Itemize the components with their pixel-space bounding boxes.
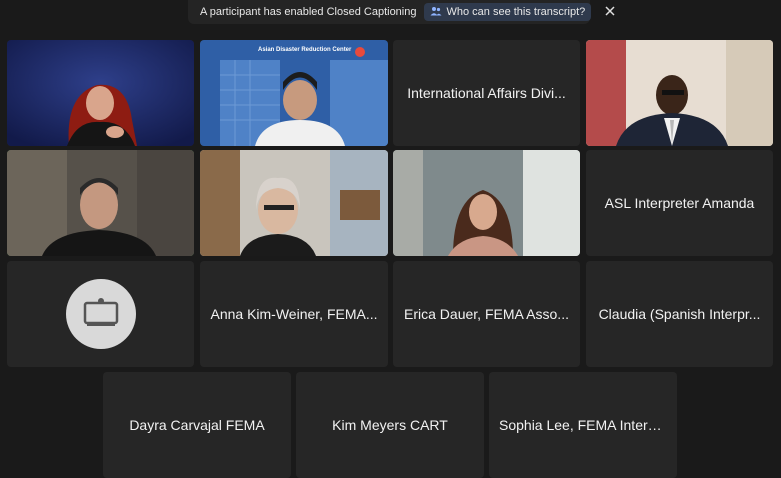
organization-sign: Asian Disaster Reduction Center: [258, 47, 352, 53]
participant-name: Sophia Lee, FEMA Intern...: [499, 417, 668, 433]
close-icon: [605, 5, 615, 19]
participant-tile-room-system[interactable]: [7, 261, 194, 367]
participant-tile-adrc-video[interactable]: Asian Disaster Reduction Center: [200, 40, 388, 146]
participant-tile-asl-interpreter-amanda[interactable]: ASL Interpreter Amanda: [586, 150, 773, 256]
participant-name: Claudia (Spanish Interpr...: [598, 306, 761, 322]
participant-tile-window-video[interactable]: [393, 150, 580, 256]
participant-tile-dayra-carvajal[interactable]: Dayra Carvajal FEMA: [103, 372, 291, 478]
closed-caption-notification: A participant has enabled Closed Caption…: [188, 0, 615, 24]
people-icon: [430, 6, 442, 19]
participant-video: [200, 40, 388, 146]
close-notification-button[interactable]: [605, 5, 615, 19]
participant-tile-erica-dauer[interactable]: Erica Dauer, FEMA Asso...: [393, 261, 580, 367]
participant-video: [7, 150, 194, 256]
participant-video: [586, 40, 773, 146]
participant-tile-kim-meyers[interactable]: Kim Meyers CART: [296, 372, 484, 478]
participant-name: Kim Meyers CART: [332, 417, 448, 433]
participant-video: [200, 150, 388, 256]
participant-name: Erica Dauer, FEMA Asso...: [404, 306, 569, 322]
participant-tile-sophia-lee[interactable]: Sophia Lee, FEMA Intern...: [489, 372, 677, 478]
participant-name: Anna Kim-Weiner, FEMA...: [210, 306, 378, 322]
participant-tile-international-affairs[interactable]: International Affairs Divi...: [393, 40, 580, 146]
participant-tile-asl-video[interactable]: [7, 40, 194, 146]
participant-tile-anna-kim-weiner[interactable]: Anna Kim-Weiner, FEMA...: [200, 261, 388, 367]
participant-name: Dayra Carvajal FEMA: [129, 417, 265, 433]
participant-tile-active-speaker[interactable]: [7, 150, 194, 256]
participant-video: [393, 150, 580, 256]
who-can-see-transcript-label: Who can see this transcript?: [446, 6, 586, 18]
participant-tile-claudia[interactable]: Claudia (Spanish Interpr...: [586, 261, 773, 367]
room-system-avatar: [65, 279, 136, 349]
participant-name: ASL Interpreter Amanda: [604, 195, 755, 211]
notification-message: A participant has enabled Closed Caption…: [200, 6, 417, 18]
participant-video: [7, 40, 194, 146]
room-system-icon: [83, 297, 119, 332]
who-can-see-transcript-button[interactable]: Who can see this transcript?: [424, 3, 592, 21]
participant-tile-suit-video[interactable]: [586, 40, 773, 146]
participant-tile-office-video[interactable]: [200, 150, 388, 256]
participant-name: International Affairs Divi...: [407, 85, 566, 101]
